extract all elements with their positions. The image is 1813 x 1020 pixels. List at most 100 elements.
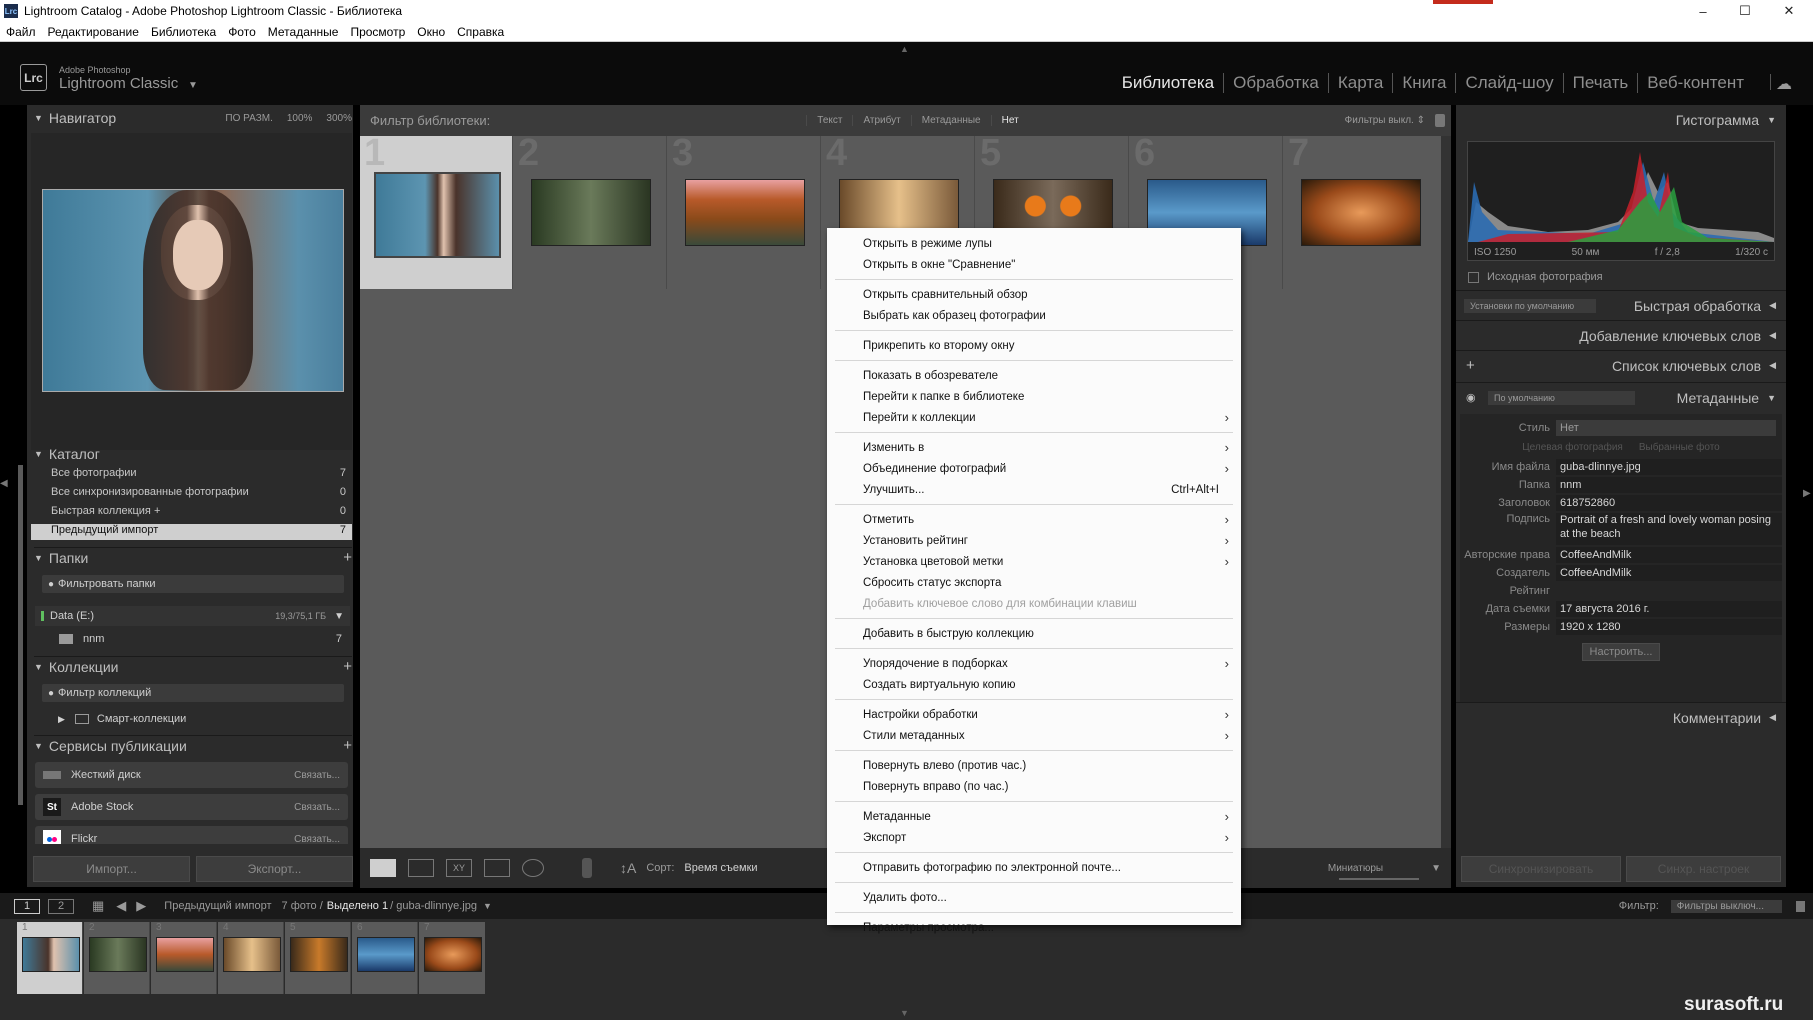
module-develop[interactable]: Обработка [1223, 73, 1328, 93]
publish-item-flickr[interactable]: Flickr Связать... [35, 826, 348, 844]
grid-icon[interactable]: ▦ [92, 898, 104, 914]
filmstrip-thumb[interactable]: 4 [218, 922, 284, 994]
publish-item-harddrive[interactable]: Жесткий диск Связать... [35, 762, 348, 788]
filter-none[interactable]: Нет [990, 115, 1029, 126]
filter-text[interactable]: Текст [806, 115, 852, 126]
zoom-100[interactable]: 100% [287, 113, 313, 124]
tab-target-photo[interactable]: Целевая фотография [1522, 442, 1623, 453]
filter-attribute[interactable]: Атрибут [852, 115, 910, 126]
filmstrip-thumb[interactable]: 6 [352, 922, 418, 994]
add-folder-icon[interactable]: + [343, 549, 352, 566]
expand-triangle-icon[interactable]: ▶ [58, 714, 65, 725]
filmstrip-thumb[interactable]: 1 [17, 922, 83, 994]
original-photo-toggle[interactable]: Исходная фотография [1468, 271, 1603, 283]
folders-header[interactable]: ▼ Папки + [34, 547, 352, 567]
context-menu-item[interactable]: Отправить фотографию по электронной почт… [827, 857, 1241, 878]
context-menu-item[interactable]: Открыть в режиме лупы [827, 233, 1241, 254]
histogram-header[interactable]: Гистограмма ▼ [1456, 105, 1786, 135]
context-menu-item[interactable]: Настройки обработки › [827, 704, 1241, 725]
grid-cell[interactable]: 7 [1284, 132, 1437, 289]
context-menu-item[interactable]: Повернуть влево (против час.) [827, 755, 1241, 776]
context-menu-item[interactable]: Упорядочение в подборках › [827, 653, 1241, 674]
context-menu-item[interactable]: Улучшить... Ctrl+Alt+I [827, 479, 1241, 500]
module-map[interactable]: Карта [1327, 73, 1393, 93]
metadata-preset[interactable]: По умолчанию [1488, 390, 1635, 405]
keywording-header[interactable]: Добавление ключевых слов ◀ [1456, 320, 1786, 350]
thumb-photo-1[interactable] [374, 172, 501, 258]
collection-filter-input[interactable]: ● Фильтр коллекций [42, 684, 344, 702]
collections-header[interactable]: ▼ Коллекции + [34, 656, 352, 676]
context-menu-item[interactable]: Перейти к папке в библиотеке [827, 386, 1241, 407]
compare-view-icon[interactable]: XY [446, 859, 472, 877]
module-book[interactable]: Книга [1392, 73, 1455, 93]
add-keyword-icon[interactable]: + [1466, 357, 1475, 374]
context-menu-item[interactable]: Отметить › [827, 509, 1241, 530]
thumbnail-size-slider[interactable] [1339, 878, 1419, 880]
publish-item-adobestock[interactable]: St Adobe Stock Связать... [35, 794, 348, 820]
window-1-button[interactable]: 1 [14, 898, 40, 914]
context-menu-item[interactable]: Перейти к коллекции › [827, 407, 1241, 428]
thumb-photo-2[interactable] [531, 179, 651, 246]
metadata-header[interactable]: ◉ По умолчанию Метаданные ▼ [1456, 382, 1786, 412]
keyword-list-header[interactable]: + Список ключевых слов ◀ [1456, 350, 1786, 380]
menu-file[interactable]: Файл [0, 25, 42, 39]
module-print[interactable]: Печать [1562, 73, 1638, 93]
volume-dropdown-icon[interactable]: ▼ [334, 611, 344, 622]
menu-library[interactable]: Библиотека [145, 25, 222, 39]
thumb-photo-3[interactable] [685, 179, 805, 246]
volume-row[interactable]: Data (E:) 19,3/75,1 ГБ ▼ [35, 606, 350, 626]
zoom-300[interactable]: 300% [326, 113, 352, 124]
filter-preset-dropdown[interactable]: Фильтры выкл. ⇕ [1345, 115, 1425, 126]
catalog-item-selected[interactable]: Предыдущий импорт 7 [31, 524, 352, 540]
brand-dropdown-icon[interactable]: ▼ [188, 80, 198, 91]
filmstrip-thumb[interactable]: 7 [419, 922, 485, 994]
forward-arrow-icon[interactable]: ▶ [136, 898, 146, 914]
zoom-fit[interactable]: ПО РАЗМ. [225, 113, 272, 124]
catalog-item[interactable]: Быстрая коллекция +0 [31, 505, 352, 521]
cloud-icon[interactable]: ☁ [1776, 74, 1792, 94]
back-arrow-icon[interactable]: ◀ [116, 898, 126, 914]
context-menu-item[interactable]: Выбрать как образец фотографии [827, 305, 1241, 326]
context-menu-item[interactable]: Прикрепить ко второму окну [827, 335, 1241, 356]
tab-selected-photos[interactable]: Выбранные фото [1639, 442, 1720, 453]
grid-view-icon[interactable] [370, 859, 396, 877]
close-button[interactable]: ✕ [1766, 0, 1812, 22]
sync-button[interactable]: Синхронизировать [1461, 856, 1621, 882]
catalog-item[interactable]: Все фотографии 7 [31, 467, 352, 483]
quick-develop-preset[interactable]: Установки по умолчанию [1464, 298, 1597, 313]
window-2-button[interactable]: 2 [48, 898, 74, 914]
navigator-header[interactable]: ▼ Навигатор ПО РАЗМ. 100% 300% [34, 108, 352, 128]
lock-icon[interactable] [1435, 114, 1445, 127]
context-menu-item[interactable]: Удалить фото... [827, 887, 1241, 908]
grid-cell[interactable]: 3 [668, 132, 821, 289]
context-menu-item[interactable]: Установить рейтинг › [827, 530, 1241, 551]
left-panel-toggle-icon[interactable]: ◀ [0, 478, 8, 498]
catalog-header[interactable]: ▼ Каталог [34, 447, 352, 461]
people-view-icon[interactable] [522, 859, 544, 877]
toolbar-dropdown-icon[interactable]: ▼ [1431, 863, 1441, 874]
navigator-photo[interactable] [42, 189, 344, 392]
customize-button[interactable]: Настроить... [1582, 643, 1660, 661]
checkbox[interactable] [1468, 271, 1479, 283]
context-menu-item[interactable]: Стили метаданных › [827, 725, 1241, 746]
collapse-top-icon[interactable]: ▲ [900, 44, 909, 54]
module-slideshow[interactable]: Слайд-шоу [1455, 73, 1562, 93]
survey-view-icon[interactable] [484, 859, 510, 877]
filmstrip-source[interactable]: Предыдущий импорт [164, 900, 271, 912]
left-scrollbar[interactable] [18, 465, 23, 805]
context-menu-item[interactable]: Повернуть вправо (по час.) [827, 776, 1241, 797]
publish-header[interactable]: ▼ Сервисы публикации + [34, 735, 352, 755]
menu-help[interactable]: Справка [451, 25, 510, 39]
grid-cell[interactable]: 2 [514, 132, 667, 289]
smart-collections-row[interactable]: ▶ Смарт-коллекции [58, 710, 348, 728]
filmstrip-thumb[interactable]: 5 [285, 922, 351, 994]
menu-edit[interactable]: Редактирование [42, 25, 145, 39]
context-menu-item[interactable]: Показать в обозревателе [827, 365, 1241, 386]
folder-filter-input[interactable]: ● Фильтровать папки [42, 575, 344, 593]
context-menu-item[interactable]: Открыть сравнительный обзор [827, 284, 1241, 305]
grid-scrollbar[interactable] [1441, 136, 1451, 848]
metadata-style-select[interactable]: Нет [1556, 420, 1776, 436]
menu-view[interactable]: Просмотр [344, 25, 411, 39]
context-menu-item[interactable]: Открыть в окне "Сравнение" [827, 254, 1241, 275]
add-publish-icon[interactable]: + [343, 737, 352, 754]
